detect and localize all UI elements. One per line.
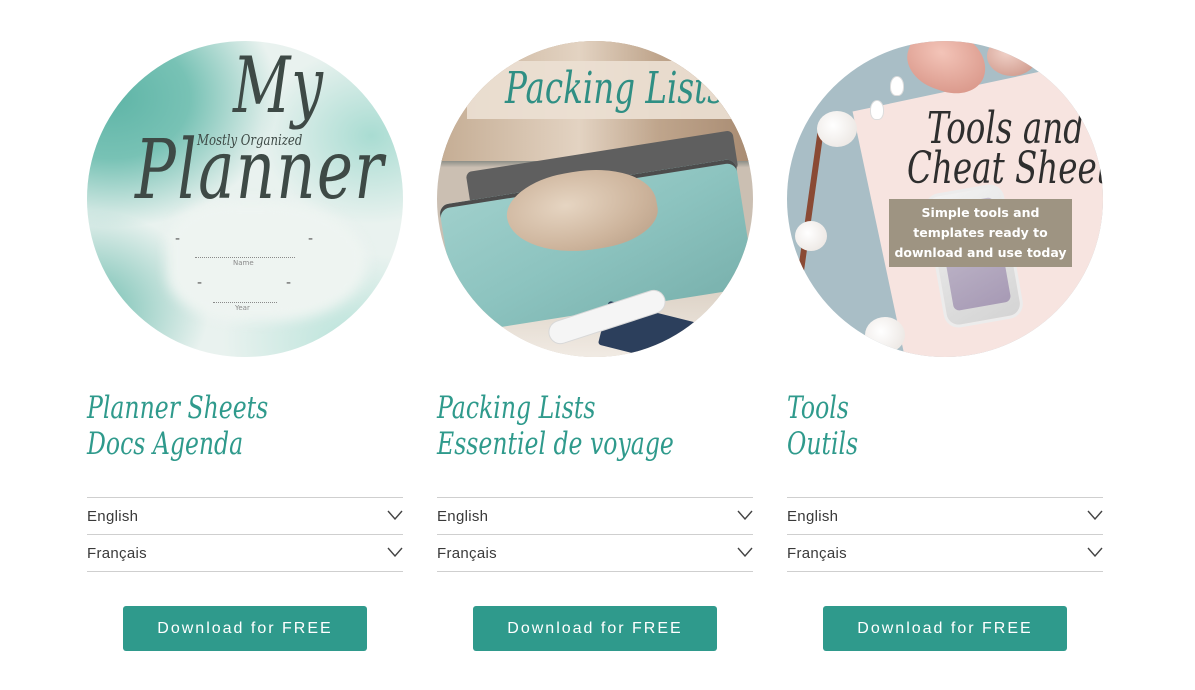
- accordion-francais[interactable]: Français: [787, 534, 1103, 572]
- dash: -: [197, 275, 203, 291]
- accordion-label: Français: [787, 545, 847, 562]
- earbud: [891, 77, 903, 95]
- tools-cover-image[interactable]: Tools and Cheat Sheets Simple tools and …: [787, 41, 1103, 357]
- accordion-english[interactable]: English: [87, 497, 403, 533]
- chevron-down-icon: [1087, 547, 1103, 557]
- accordion-label: English: [87, 508, 139, 525]
- year-line: [213, 302, 277, 303]
- accordion-label: English: [787, 508, 839, 525]
- accordion-english[interactable]: English: [787, 497, 1103, 533]
- download-button[interactable]: Download for FREE: [123, 606, 367, 651]
- accordion-label: Français: [87, 545, 147, 562]
- chevron-down-icon: [1087, 510, 1103, 520]
- accordion-francais[interactable]: Français: [87, 534, 403, 572]
- chevron-down-icon: [737, 547, 753, 557]
- year-caption: Year: [235, 304, 250, 312]
- accordion-francais[interactable]: Français: [437, 534, 753, 572]
- earbud: [871, 101, 883, 119]
- card-title-fr[interactable]: Docs Agenda: [87, 426, 243, 462]
- card-title-fr[interactable]: Outils: [787, 426, 858, 462]
- dash: -: [175, 231, 181, 247]
- cover-title-my: My: [233, 41, 324, 131]
- card-title-en[interactable]: Tools: [787, 390, 849, 426]
- cover-description: Simple tools and templates ready to down…: [889, 199, 1072, 267]
- name-line: [195, 257, 295, 258]
- card-packing: Packing Lists Packing Lists Essentiel de…: [437, 0, 754, 690]
- download-button[interactable]: Download for FREE: [823, 606, 1067, 651]
- accordion-label: Français: [437, 545, 497, 562]
- cotton-boll: [817, 111, 857, 147]
- card-planner: My Mostly Organized Planner - - Name - -…: [87, 0, 404, 690]
- download-button[interactable]: Download for FREE: [473, 606, 717, 651]
- cotton-boll: [865, 317, 905, 353]
- accordion-english[interactable]: English: [437, 497, 753, 533]
- packing-cover-image[interactable]: Packing Lists: [437, 41, 753, 357]
- card-title-en[interactable]: Planner Sheets: [87, 390, 268, 426]
- card-tools: Tools and Cheat Sheets Simple tools and …: [787, 0, 1104, 690]
- cover-title-planner: Planner: [135, 123, 385, 218]
- cover-title: Packing Lists: [505, 63, 724, 114]
- chevron-down-icon: [387, 547, 403, 557]
- dash: -: [286, 275, 292, 291]
- card-title-fr[interactable]: Essentiel de voyage: [437, 426, 674, 462]
- cover-title-line-2: Cheat Sheets: [907, 143, 1103, 194]
- chevron-down-icon: [737, 510, 753, 520]
- paper-wash: [167, 201, 367, 321]
- cotton-boll: [795, 221, 827, 251]
- name-caption: Name: [233, 259, 254, 267]
- planner-cover-image[interactable]: My Mostly Organized Planner - - Name - -…: [87, 41, 403, 357]
- chevron-down-icon: [387, 510, 403, 520]
- dash: -: [308, 231, 314, 247]
- accordion-label: English: [437, 508, 489, 525]
- card-title-en[interactable]: Packing Lists: [437, 390, 595, 426]
